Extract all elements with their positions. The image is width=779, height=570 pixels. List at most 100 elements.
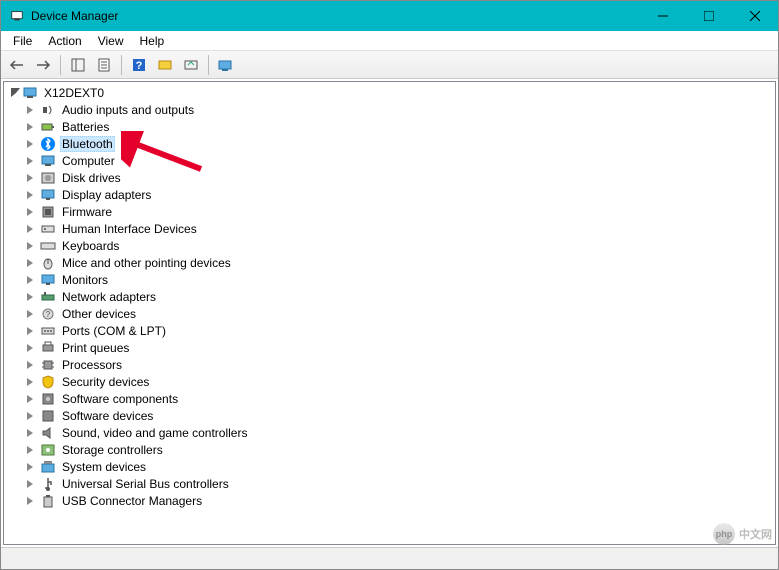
expander-icon[interactable] <box>26 444 38 456</box>
node-label: System devices <box>60 460 148 474</box>
tree-node[interactable]: Human Interface Devices <box>4 220 775 237</box>
expander-icon[interactable] <box>26 240 38 252</box>
tree-node[interactable]: Batteries <box>4 118 775 135</box>
minimize-button[interactable] <box>640 1 686 31</box>
node-label: Human Interface Devices <box>60 222 199 236</box>
tree-root-node[interactable]: X12DEXT0 <box>4 84 775 101</box>
print-icon <box>40 340 56 356</box>
expander-icon[interactable] <box>26 257 38 269</box>
titlebar: Device Manager <box>1 1 778 31</box>
battery-icon <box>40 119 56 135</box>
usb-icon <box>40 476 56 492</box>
expander-icon[interactable] <box>26 206 38 218</box>
tree-node[interactable]: Storage controllers <box>4 441 775 458</box>
node-label: Storage controllers <box>60 443 165 457</box>
scan-hardware-button[interactable] <box>153 53 177 77</box>
expander-icon[interactable] <box>8 87 20 99</box>
system-icon <box>40 459 56 475</box>
forward-button[interactable] <box>31 53 55 77</box>
add-legacy-button[interactable] <box>214 53 238 77</box>
expander-icon[interactable] <box>26 308 38 320</box>
tree-node[interactable]: Universal Serial Bus controllers <box>4 475 775 492</box>
root-label: X12DEXT0 <box>42 86 106 100</box>
watermark-logo: php <box>713 523 735 545</box>
node-label: Keyboards <box>60 239 121 253</box>
help-button[interactable]: ? <box>127 53 151 77</box>
expander-icon[interactable] <box>26 376 38 388</box>
tree-node[interactable]: Ports (COM & LPT) <box>4 322 775 339</box>
expander-icon[interactable] <box>26 189 38 201</box>
expander-icon[interactable] <box>26 104 38 116</box>
expander-icon[interactable] <box>26 393 38 405</box>
expander-icon[interactable] <box>26 342 38 354</box>
tree-node[interactable]: Mice and other pointing devices <box>4 254 775 271</box>
window-controls <box>640 1 778 31</box>
tree-node[interactable]: USB Connector Managers <box>4 492 775 509</box>
tree-node[interactable]: Display adapters <box>4 186 775 203</box>
expander-icon[interactable] <box>26 325 38 337</box>
expander-icon[interactable] <box>26 410 38 422</box>
svg-text:?: ? <box>46 310 51 319</box>
menu-file[interactable]: File <box>5 32 40 50</box>
tree-node[interactable]: Firmware <box>4 203 775 220</box>
display-icon <box>40 187 56 203</box>
expander-icon[interactable] <box>26 172 38 184</box>
computer-icon <box>22 85 38 101</box>
tree-node[interactable]: Sound, video and game controllers <box>4 424 775 441</box>
tree-node[interactable]: Bluetooth <box>4 135 775 152</box>
tree-node[interactable]: Security devices <box>4 373 775 390</box>
ports-icon <box>40 323 56 339</box>
hid-icon <box>40 221 56 237</box>
tree-node[interactable]: ? Other devices <box>4 305 775 322</box>
node-label: Disk drives <box>60 171 123 185</box>
tree-node[interactable]: System devices <box>4 458 775 475</box>
menu-view[interactable]: View <box>90 32 132 50</box>
tree-node[interactable]: Disk drives <box>4 169 775 186</box>
back-button[interactable] <box>5 53 29 77</box>
node-label: Bluetooth <box>60 136 115 152</box>
computer-icon <box>40 153 56 169</box>
tree-node[interactable]: Software devices <box>4 407 775 424</box>
node-label: Monitors <box>60 273 110 287</box>
node-label: Processors <box>60 358 124 372</box>
tree-node[interactable]: Computer <box>4 152 775 169</box>
expander-icon[interactable] <box>26 274 38 286</box>
expander-icon[interactable] <box>26 478 38 490</box>
tree-node[interactable]: Software components <box>4 390 775 407</box>
maximize-button[interactable] <box>686 1 732 31</box>
node-label: Software devices <box>60 409 155 423</box>
tree-node[interactable]: Processors <box>4 356 775 373</box>
expander-icon[interactable] <box>26 291 38 303</box>
tree-node[interactable]: Keyboards <box>4 237 775 254</box>
expander-icon[interactable] <box>26 427 38 439</box>
tree-node[interactable]: Print queues <box>4 339 775 356</box>
update-driver-button[interactable] <box>179 53 203 77</box>
node-label: Display adapters <box>60 188 153 202</box>
close-button[interactable] <box>732 1 778 31</box>
expander-icon[interactable] <box>26 121 38 133</box>
properties-button[interactable] <box>92 53 116 77</box>
tree-node[interactable]: Network adapters <box>4 288 775 305</box>
security-icon <box>40 374 56 390</box>
node-label: USB Connector Managers <box>60 494 204 508</box>
menu-help[interactable]: Help <box>132 32 173 50</box>
expander-icon[interactable] <box>26 223 38 235</box>
expander-icon[interactable] <box>26 359 38 371</box>
menu-action[interactable]: Action <box>40 32 89 50</box>
node-label: Batteries <box>60 120 111 134</box>
show-hide-tree-button[interactable] <box>66 53 90 77</box>
sw-dev-icon <box>40 408 56 424</box>
expander-icon[interactable] <box>26 155 38 167</box>
node-label: Audio inputs and outputs <box>60 103 196 117</box>
network-icon <box>40 289 56 305</box>
tree-node[interactable]: Monitors <box>4 271 775 288</box>
expander-icon[interactable] <box>26 461 38 473</box>
statusbar <box>1 547 778 569</box>
toolbar-separator <box>60 55 61 75</box>
tree-node[interactable]: Audio inputs and outputs <box>4 101 775 118</box>
device-tree[interactable]: X12DEXT0 Audio inputs and outputs Batter… <box>3 81 776 545</box>
expander-icon[interactable] <box>26 495 38 507</box>
watermark: php 中文网 <box>713 523 772 545</box>
expander-icon[interactable] <box>26 138 38 150</box>
disk-icon <box>40 170 56 186</box>
